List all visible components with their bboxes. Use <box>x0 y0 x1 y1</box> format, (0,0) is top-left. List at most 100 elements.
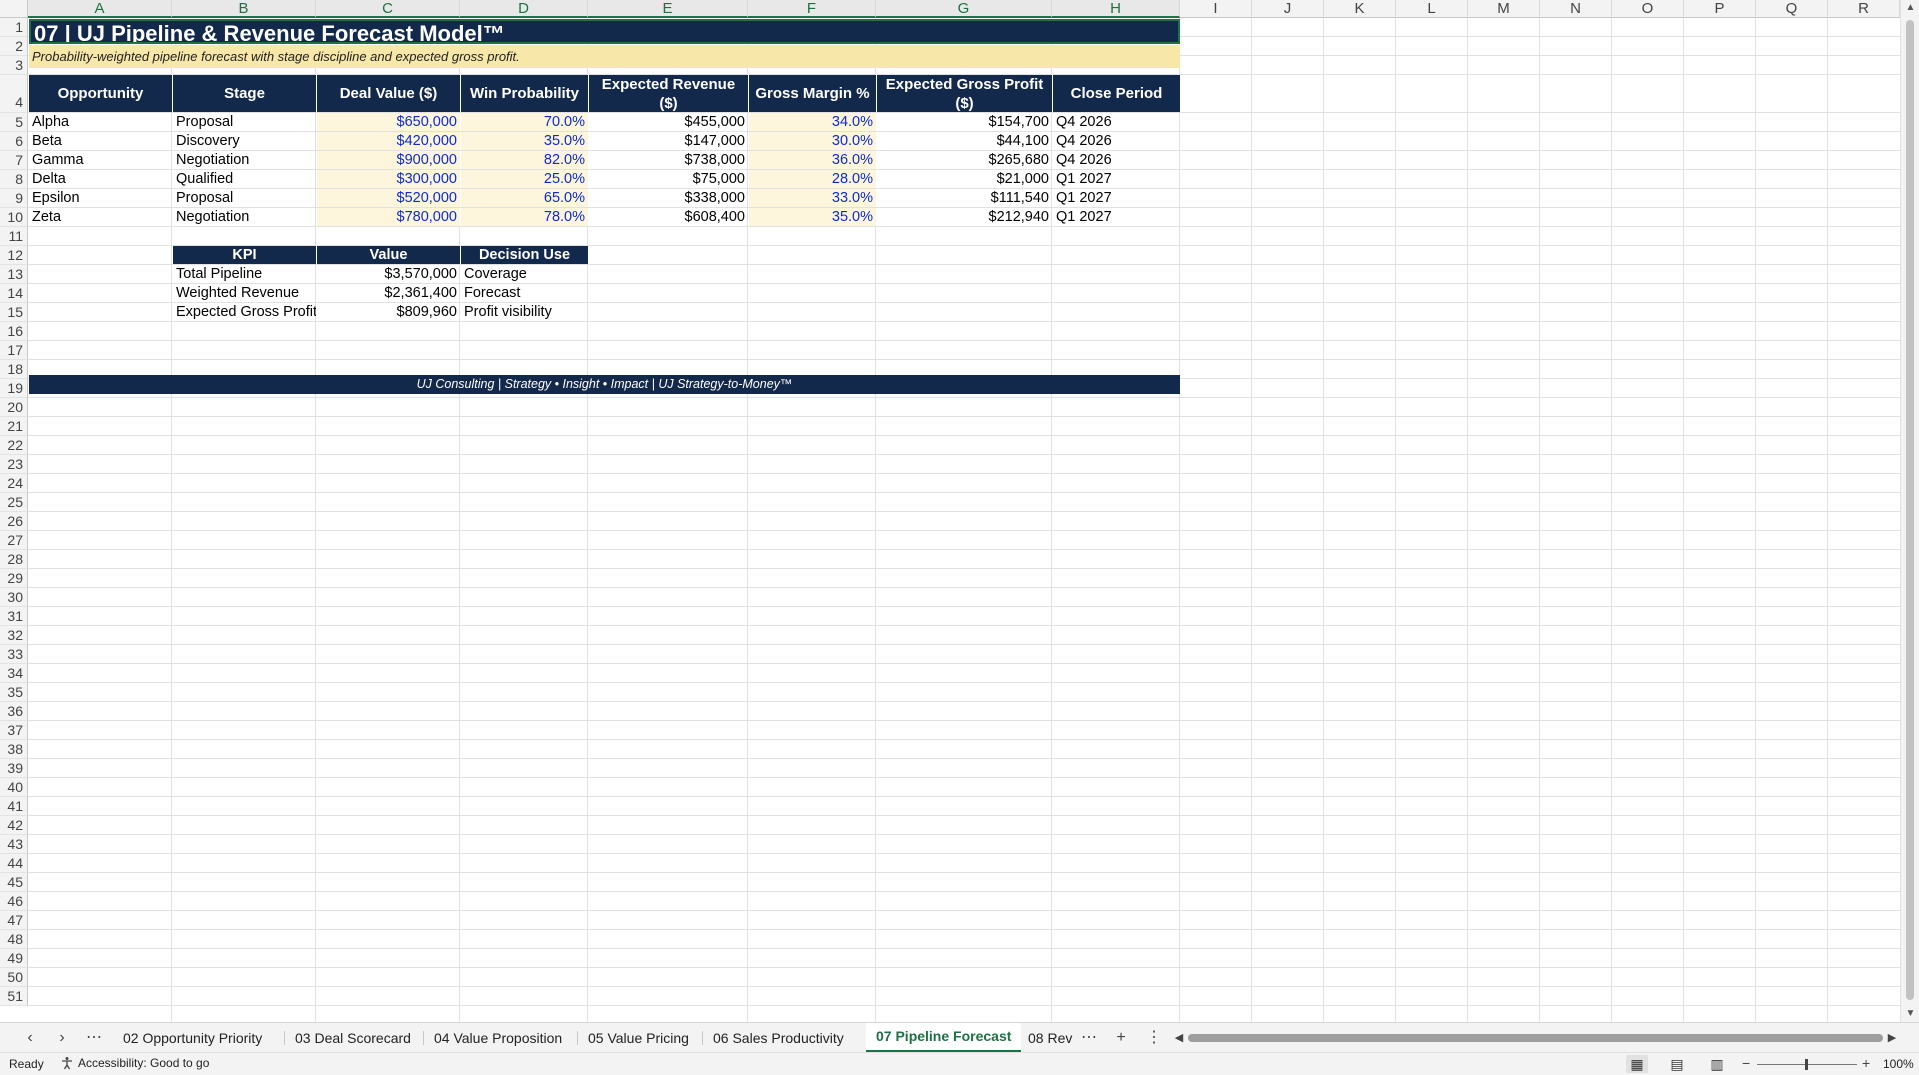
table-cell[interactable]: Zeta <box>29 208 172 226</box>
row-header-21[interactable]: 21 <box>0 417 28 436</box>
table-cell[interactable]: $265,680 <box>877 151 1052 169</box>
row-header-33[interactable]: 33 <box>0 645 28 664</box>
sheet-footer-cell[interactable]: UJ Consulting | Strategy • Insight • Imp… <box>29 375 1180 394</box>
column-header-g[interactable]: G <box>876 0 1052 18</box>
select-all-corner[interactable] <box>0 0 28 18</box>
row-header-48[interactable]: 48 <box>0 930 28 949</box>
table-header[interactable]: Expected Revenue ($) <box>589 75 748 112</box>
row-header-40[interactable]: 40 <box>0 778 28 797</box>
column-header-i[interactable]: I <box>1180 0 1252 18</box>
row-header-34[interactable]: 34 <box>0 664 28 683</box>
worksheet-grid[interactable]: ABCDEFGHIJKLMNOPQR 1 2 3 4 5 6 7 8 9 10 11 12 13 14 15… <box>0 0 1900 1022</box>
table-header[interactable]: Stage <box>173 75 316 112</box>
column-header-q[interactable]: Q <box>1756 0 1828 18</box>
zoom-level[interactable]: 100% <box>1883 1057 1914 1071</box>
column-header-m[interactable]: M <box>1468 0 1540 18</box>
table-cell[interactable]: 25.0% <box>461 170 588 188</box>
vertical-scroll-thumb[interactable] <box>1906 20 1914 1000</box>
column-header-h[interactable]: H <box>1052 0 1180 18</box>
row-header-39[interactable]: 39 <box>0 759 28 778</box>
table-cell[interactable]: 36.0% <box>749 151 876 169</box>
chevron-left-icon[interactable]: ‹ <box>18 1027 42 1049</box>
horizontal-scrollbar[interactable]: ◀ ▶ <box>1172 1030 1899 1046</box>
column-header-d[interactable]: D <box>460 0 588 18</box>
table-cell[interactable]: $738,000 <box>589 151 748 169</box>
row-header-29[interactable]: 29 <box>0 569 28 588</box>
row-header-19[interactable]: 19 <box>0 379 28 398</box>
row-header-37[interactable]: 37 <box>0 721 28 740</box>
row-header-13[interactable]: 13 <box>0 265 28 284</box>
row-header-36[interactable]: 36 <box>0 702 28 721</box>
row-header-38[interactable]: 38 <box>0 740 28 759</box>
table-cell[interactable]: $420,000 <box>317 132 460 150</box>
table-cell[interactable]: Delta <box>29 170 172 188</box>
kpi-cell[interactable]: $809,960 <box>317 303 460 321</box>
table-cell[interactable]: Q1 2027 <box>1053 208 1180 226</box>
row-header-35[interactable]: 35 <box>0 683 28 702</box>
row-header-51[interactable]: 51 <box>0 987 28 1006</box>
more-tabs-icon[interactable]: ⋯ <box>82 1027 106 1049</box>
table-cell[interactable]: 65.0% <box>461 189 588 207</box>
sheet-title-cell[interactable]: 07 | UJ Pipeline & Revenue Forecast Mode… <box>29 19 1180 44</box>
row-header-26[interactable]: 26 <box>0 512 28 531</box>
table-cell[interactable]: 82.0% <box>461 151 588 169</box>
kpi-header[interactable]: Decision Use <box>461 246 588 264</box>
sheet-subtitle-cell[interactable]: Probability-weighted pipeline forecast w… <box>29 45 1180 68</box>
row-header-3[interactable]: 3 <box>0 56 28 75</box>
row-header-24[interactable]: 24 <box>0 474 28 493</box>
column-header-k[interactable]: K <box>1324 0 1396 18</box>
tab-options-icon[interactable]: ⋮ <box>1142 1027 1166 1049</box>
table-cell[interactable]: $900,000 <box>317 151 460 169</box>
column-header-o[interactable]: O <box>1612 0 1684 18</box>
table-cell[interactable]: 28.0% <box>749 170 876 188</box>
table-cell[interactable]: Q4 2026 <box>1053 151 1180 169</box>
row-header-18[interactable]: 18 <box>0 360 28 379</box>
table-cell[interactable]: 33.0% <box>749 189 876 207</box>
kpi-cell[interactable]: Weighted Revenue <box>173 284 316 302</box>
zoom-slider[interactable] <box>1757 1059 1857 1070</box>
table-header[interactable]: Deal Value ($) <box>317 75 460 112</box>
zoom-out-icon[interactable]: − <box>1742 1055 1750 1071</box>
scroll-right-icon[interactable]: ▶ <box>1885 1030 1899 1046</box>
column-header-a[interactable]: A <box>28 0 172 18</box>
table-cell[interactable]: Q1 2027 <box>1053 170 1180 188</box>
table-cell[interactable]: $650,000 <box>317 113 460 131</box>
row-header-42[interactable]: 42 <box>0 816 28 835</box>
table-cell[interactable]: $520,000 <box>317 189 460 207</box>
row-header-12[interactable]: 12 <box>0 246 28 265</box>
table-header[interactable]: Close Period <box>1053 75 1180 112</box>
row-header-31[interactable]: 31 <box>0 607 28 626</box>
table-cell[interactable]: $780,000 <box>317 208 460 226</box>
row-header-14[interactable]: 14 <box>0 284 28 303</box>
table-cell[interactable]: Alpha <box>29 113 172 131</box>
kpi-header[interactable]: Value <box>317 246 460 264</box>
kpi-cell[interactable]: Total Pipeline <box>173 265 316 283</box>
page-layout-icon[interactable]: ▤ <box>1666 1055 1688 1073</box>
scroll-down-icon[interactable]: ▼ <box>1904 1008 1917 1020</box>
scroll-left-icon[interactable]: ◀ <box>1172 1030 1186 1046</box>
row-header-23[interactable]: 23 <box>0 455 28 474</box>
table-cell[interactable]: $300,000 <box>317 170 460 188</box>
table-cell[interactable]: Qualified <box>173 170 316 188</box>
table-header[interactable]: Opportunity <box>29 75 172 112</box>
row-header-17[interactable]: 17 <box>0 341 28 360</box>
row-header-44[interactable]: 44 <box>0 854 28 873</box>
zoom-slider-knob[interactable] <box>1805 1059 1808 1070</box>
row-header-25[interactable]: 25 <box>0 493 28 512</box>
table-cell[interactable]: $111,540 <box>877 189 1052 207</box>
table-cell[interactable]: 30.0% <box>749 132 876 150</box>
row-header-41[interactable]: 41 <box>0 797 28 816</box>
row-header-22[interactable]: 22 <box>0 436 28 455</box>
new-sheet-plus-icon[interactable]: + <box>1109 1027 1133 1049</box>
scroll-up-icon[interactable]: ▲ <box>1904 2 1917 14</box>
row-header-27[interactable]: 27 <box>0 531 28 550</box>
column-header-n[interactable]: N <box>1540 0 1612 18</box>
normal-view-icon[interactable]: ▦ <box>1626 1055 1648 1073</box>
sheet-tab[interactable]: 08 Rev <box>1018 1023 1082 1053</box>
table-cell[interactable]: 70.0% <box>461 113 588 131</box>
table-cell[interactable]: Q4 2026 <box>1053 132 1180 150</box>
column-header-f[interactable]: F <box>748 0 876 18</box>
row-header-43[interactable]: 43 <box>0 835 28 854</box>
horizontal-scroll-thumb[interactable] <box>1188 1034 1883 1042</box>
row-header-47[interactable]: 47 <box>0 911 28 930</box>
